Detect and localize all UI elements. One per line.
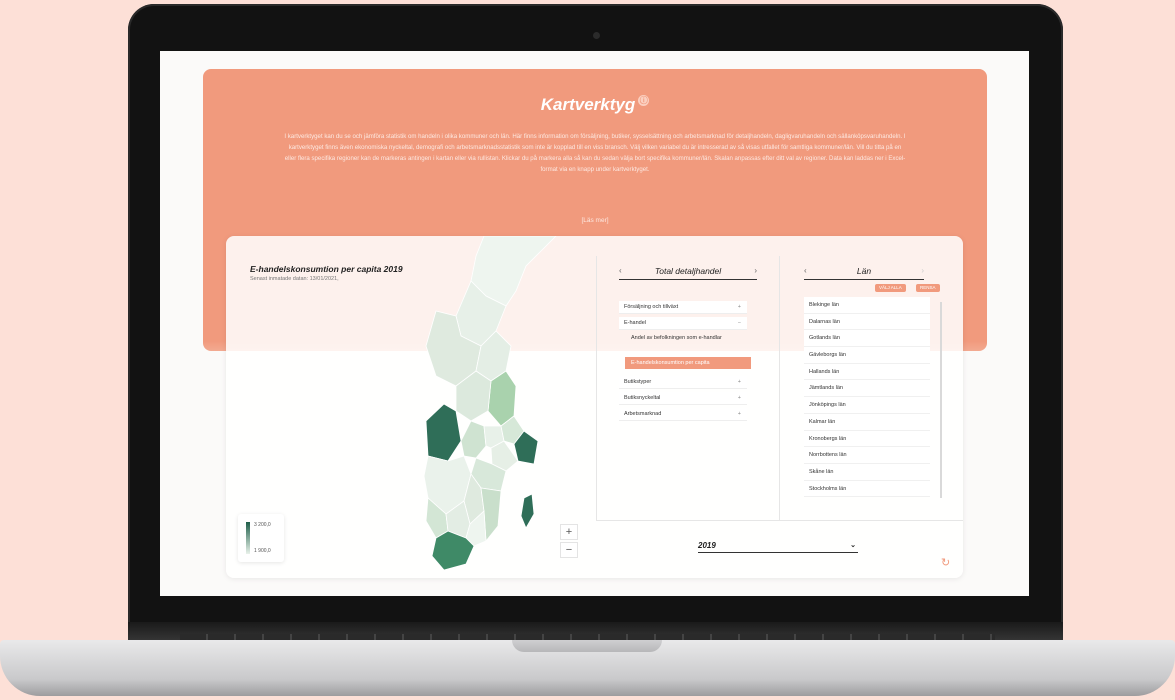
list-item[interactable]: Gotlands län bbox=[804, 330, 930, 348]
camera-icon bbox=[593, 32, 600, 39]
legend-gradient bbox=[246, 522, 250, 554]
lan-column: ‹ Län › VÄLJ ALLA RENSA Blekinge län Dal… bbox=[780, 256, 948, 520]
legend-max-label: 3 200,0 bbox=[254, 522, 271, 528]
variable-label: Försäljning och tillväxt bbox=[624, 304, 679, 310]
list-item[interactable]: Kronobergs län bbox=[804, 430, 930, 448]
info-icon[interactable]: ⓘ bbox=[638, 95, 650, 107]
intro-text: I kartverktyget kan du se och jämföra st… bbox=[284, 133, 906, 173]
list-item[interactable]: Blekinge län bbox=[804, 297, 930, 314]
list-item[interactable]: Hallands län bbox=[804, 363, 930, 381]
lan-scrollbar[interactable] bbox=[940, 302, 942, 498]
variable-item-butiksnyckeltal[interactable]: Butiksnyckeltal + bbox=[619, 392, 747, 405]
variable-item-ehandel[interactable]: E-handel − bbox=[619, 317, 747, 330]
variable-label: E-handel bbox=[624, 320, 647, 326]
year-select[interactable]: 2019 ⌄ bbox=[698, 541, 858, 553]
legend-min-label: 1 900,0 bbox=[254, 548, 271, 554]
read-more-link[interactable]: [Läs mer] bbox=[203, 217, 987, 224]
region-gotland bbox=[520, 493, 535, 529]
lan-list[interactable]: Blekinge län Dalarnas län Gotlands län G… bbox=[804, 297, 930, 517]
list-item[interactable]: Dalarnas län bbox=[804, 313, 930, 331]
variable-subitem-active[interactable]: E-handelskonsumtion per capita bbox=[625, 357, 751, 369]
variable-item-butikstyper[interactable]: Butikstyper + bbox=[619, 376, 747, 389]
variable-item-arbetsmarknad[interactable]: Arbetsmarknad + bbox=[619, 408, 747, 421]
expand-icon[interactable]: + bbox=[738, 392, 741, 405]
list-item[interactable]: Gävleborgs län bbox=[804, 347, 930, 364]
zoom-in-button[interactable]: + bbox=[560, 524, 578, 540]
collapse-icon[interactable]: − bbox=[738, 317, 741, 330]
screen: Kartverktyg ⓘ I kartverktyget kan du se o… bbox=[160, 51, 1029, 596]
region-varmland bbox=[425, 403, 462, 462]
list-item[interactable]: Norrbottens län bbox=[804, 447, 930, 464]
laptop-notch bbox=[512, 640, 662, 652]
variable-label: Arbetsmarknad bbox=[624, 411, 662, 417]
year-value: 2019 bbox=[698, 541, 716, 550]
variable-column: ‹ Total detaljhandel › Försäljning och t… bbox=[596, 256, 780, 520]
map-legend: 3 200,0 1 900,0 bbox=[238, 514, 284, 562]
variable-subitem-andel[interactable]: Andel av befolkningen som e-handlar bbox=[631, 335, 747, 342]
list-item[interactable]: Stockholms län bbox=[804, 480, 930, 498]
variable-label: Butiksnyckeltal bbox=[624, 395, 661, 401]
variable-item-forsaljning[interactable]: Försäljning och tillväxt + bbox=[619, 301, 747, 314]
reset-icon[interactable]: ↻ bbox=[941, 556, 950, 569]
list-item[interactable]: Skåne län bbox=[804, 463, 930, 481]
clear-button[interactable]: RENSA bbox=[916, 284, 940, 292]
divider bbox=[596, 520, 963, 521]
list-item[interactable]: Kalmar län bbox=[804, 413, 930, 431]
page-title: Kartverktyg ⓘ bbox=[203, 95, 987, 115]
list-item[interactable]: Jönköpings län bbox=[804, 397, 930, 414]
zoom-out-button[interactable]: − bbox=[560, 542, 578, 558]
expand-icon[interactable]: + bbox=[738, 301, 741, 314]
title-text: Kartverktyg bbox=[540, 95, 636, 114]
lan-header: Län bbox=[804, 266, 924, 280]
variable-header: Total detaljhandel bbox=[619, 266, 757, 280]
list-item[interactable]: Jämtlands län bbox=[804, 380, 930, 398]
select-all-button[interactable]: VÄLJ ALLA bbox=[875, 284, 906, 292]
chevron-down-icon: ⌄ bbox=[850, 542, 856, 549]
variable-label: Butikstyper bbox=[624, 379, 652, 385]
map-panel: E-handelskonsumtion per capita 2019 Sena… bbox=[226, 236, 963, 578]
expand-icon[interactable]: + bbox=[738, 408, 741, 421]
variable-next-arrow[interactable]: › bbox=[754, 266, 757, 275]
expand-icon[interactable]: + bbox=[738, 376, 741, 389]
region-orebro bbox=[460, 420, 487, 459]
map-subtitle: Senast inmatade datan: 13/01/2021, bbox=[250, 276, 339, 282]
lan-next-arrow[interactable]: › bbox=[921, 266, 924, 275]
